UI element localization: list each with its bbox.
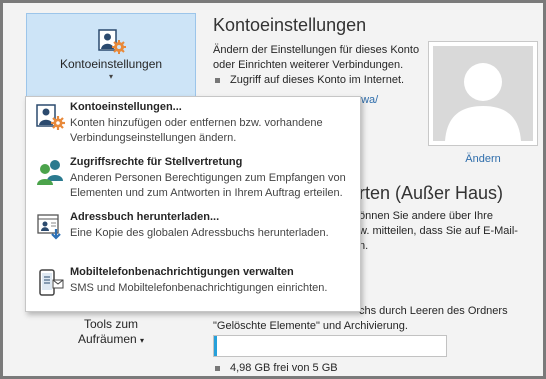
menu-item-description: Eine Kopie des globalen Adressbuchs heru… xyxy=(70,227,329,239)
chevron-down-icon: ▾ xyxy=(108,72,113,81)
delegate-access-icon xyxy=(34,156,66,188)
bullet-square xyxy=(215,365,220,371)
account-settings-menu: Kontoeinstellungen... Konten hinzufügen … xyxy=(25,96,361,312)
account-settings-title: Kontoeinstellungen xyxy=(213,15,367,35)
web-access-bullet: Zugriff auf dieses Konto im Internet. xyxy=(215,74,404,86)
mailbox-usage-fill xyxy=(214,336,218,356)
out-of-office-title: rten (Außer Haus) xyxy=(359,183,504,203)
menu-item-description: SMS und Mobiltelefonbenachrichtigungen e… xyxy=(70,282,328,294)
menu-item-title: Adressbuch herunterladen... xyxy=(70,211,220,223)
account-settings-button[interactable]: Kontoeinstellungen ▾ xyxy=(26,13,196,97)
ooo-line-3: n. xyxy=(359,240,369,252)
free-space: 4,98 GB frei von 5 GB xyxy=(215,362,338,374)
window-frame: Kontoeinstellungen Ändern der Einstellun… xyxy=(0,0,546,379)
menu-item-account-settings[interactable]: Kontoeinstellungen... Konten hinzufügen … xyxy=(26,97,360,147)
out-of-office-description: önnen Sie andere über Ihre w. mitteilen,… xyxy=(359,209,539,254)
download-address-book-icon xyxy=(34,211,66,243)
mailbox-cleanup-text: chs durch Leeren des Ordners xyxy=(359,305,508,317)
mailbox-cleanup-text-2: "Gelöschte Elemente" und Archivierung. xyxy=(213,320,408,332)
cleanup-tools-label-2: Aufräumen xyxy=(77,332,137,346)
menu-item-title: Zugriffsrechte für Stellvertretung xyxy=(70,156,243,168)
chevron-down-icon: ▾ xyxy=(140,336,145,345)
free-space-text: 4,98 GB frei von 5 GB xyxy=(230,362,338,374)
account-settings-icon xyxy=(34,101,66,133)
ooo-line-1: önnen Sie andere über Ihre xyxy=(359,210,493,222)
mobile-notifications-icon xyxy=(34,266,66,298)
menu-item-title: Kontoeinstellungen... xyxy=(70,101,182,113)
web-access-text: Zugriff auf dieses Konto im Internet. xyxy=(230,74,405,86)
mailbox-usage-bar xyxy=(213,335,447,357)
bullet-square xyxy=(215,77,220,83)
account-settings-description: Ändern der Einstellungen für dieses Kont… xyxy=(213,44,420,71)
cleanup-tools-label-1: Tools zum xyxy=(83,317,139,331)
profile-photo[interactable] xyxy=(428,41,538,146)
menu-item-description: Anderen Personen Berechtigungen zum Empf… xyxy=(70,172,346,199)
menu-item-title: Mobiltelefonbenachrichtigungen verwalten xyxy=(70,266,294,278)
ooo-line-2: w. mitteilen, dass Sie auf E-Mail- xyxy=(359,225,518,237)
menu-item-description: Konten hinzufügen oder entfernen bzw. vo… xyxy=(70,117,323,144)
menu-item-mobile-notifications[interactable]: Mobiltelefonbenachrichtigungen verwalten… xyxy=(26,262,360,312)
cleanup-tools-button[interactable]: Tools zum Aufräumen ▾ xyxy=(26,313,196,353)
person-placeholder-icon xyxy=(433,46,533,141)
menu-item-download-address-book[interactable]: Adressbuch herunterladen... Eine Kopie d… xyxy=(26,207,360,257)
account-settings-button-label: Kontoeinstellungen xyxy=(59,57,163,71)
change-photo-link[interactable]: Ändern xyxy=(428,153,538,165)
menu-item-delegate-access[interactable]: Zugriffsrechte für Stellvertretung Ander… xyxy=(26,152,360,202)
